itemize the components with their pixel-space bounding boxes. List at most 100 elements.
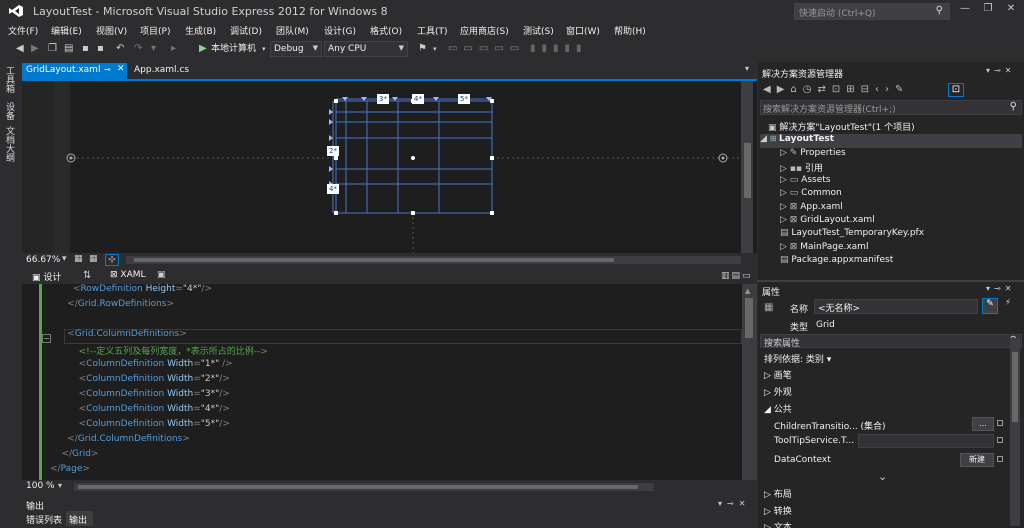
tree-item-common[interactable]: ▷ ▭ Common xyxy=(780,188,842,201)
popout-icon[interactable]: ▣ xyxy=(157,270,166,280)
expand-arrow-icon[interactable]: ▷ xyxy=(780,175,790,185)
minimize-button[interactable]: — xyxy=(955,3,975,19)
expand-arrow-icon[interactable]: ▷ xyxy=(780,215,790,225)
menu-item[interactable]: 设计(G) xyxy=(324,24,356,37)
tree-item-layouttest-temporarykey-pfx[interactable]: ▤ LayoutTest_TemporaryKey.pfx xyxy=(780,228,924,241)
tab-output[interactable]: 输出 xyxy=(66,511,93,526)
close-icon[interactable]: ✕ xyxy=(117,64,125,74)
solution-search-input[interactable]: 搜索解决方案资源管理器(Ctrl+;) ⚲ xyxy=(760,100,1022,115)
tab-error-list[interactable]: 错误列表 xyxy=(26,513,62,526)
panel-window-icons[interactable]: ▾⊸✕ xyxy=(718,499,750,508)
editor-vertical-scroll-thumb[interactable] xyxy=(745,298,753,338)
column-size-label[interactable]: 5* xyxy=(458,94,470,104)
category-brush[interactable]: ▷ 画笔 xyxy=(764,368,792,381)
category-text[interactable]: ▷ 文本 xyxy=(764,520,792,528)
pane-layout-icons[interactable]: ▥▤▭ xyxy=(721,271,753,281)
scroll-up-icon[interactable]: ▲ xyxy=(745,287,750,295)
properties-search-input[interactable]: 搜索属性⚲ xyxy=(760,334,1022,349)
property-marker-icon[interactable] xyxy=(997,456,1003,462)
close-button[interactable]: ✕ xyxy=(1001,3,1021,19)
configuration-select[interactable]: Debug ▼ xyxy=(270,41,322,57)
redo-icon[interactable]: ↷ xyxy=(134,42,142,56)
left-tool-tab[interactable]: 工具箱 xyxy=(3,66,16,93)
tree-item-app-xaml[interactable]: ▷ ⊠ App.xaml xyxy=(780,202,843,215)
design-vertical-scroll-thumb[interactable] xyxy=(744,143,751,198)
menu-item[interactable]: 工具(T) xyxy=(417,24,448,37)
designer-tool-dropdown-icon[interactable]: ▾ xyxy=(433,42,437,56)
menu-item[interactable]: 调试(D) xyxy=(230,24,262,37)
row-size-label[interactable]: 2* xyxy=(327,146,339,156)
sync-icon[interactable]: ⊡ xyxy=(948,83,964,97)
new-datacontext-button[interactable]: 新建 xyxy=(960,453,994,467)
expand-arrow-icon[interactable]: ▷ xyxy=(780,202,790,212)
menu-item[interactable]: 编辑(E) xyxy=(51,24,82,37)
menu-item[interactable]: 生成(B) xyxy=(185,24,216,37)
events-lightning-icon[interactable]: ⚡ xyxy=(1000,298,1016,314)
properties-wrench-icon[interactable]: ✎ xyxy=(982,298,998,314)
solution-toolbar-icons[interactable]: ◀▶⌂◷⇄⊡⊞⊟‹›✎ xyxy=(763,84,909,95)
swap-panes-icon[interactable]: ⇅ xyxy=(83,270,91,281)
design-horizontal-scroll-thumb[interactable] xyxy=(134,258,614,262)
collection-editor-button[interactable]: ... xyxy=(972,417,994,431)
menu-item[interactable]: 窗口(W) xyxy=(566,24,600,37)
tab-overflow-icon[interactable]: ▾ xyxy=(745,64,749,73)
tree-item-gridlayout-xaml[interactable]: ▷ ⊠ GridLayout.xaml xyxy=(780,215,875,228)
tab-gridlayout-xaml[interactable]: GridLayout.xaml ⊸ ✕ xyxy=(22,63,127,79)
solution-node[interactable]: ▣ 解决方案"LayoutTest"(1 个项目) xyxy=(768,120,915,133)
designer-tool-icon[interactable]: ⚑ xyxy=(418,42,427,56)
start-debug-icon[interactable]: ▶ xyxy=(199,42,207,56)
arrange-by-dropdown[interactable]: 排列依据: 类别 ▾ xyxy=(764,352,831,365)
category-transform[interactable]: ▷ 转换 xyxy=(764,504,792,517)
expand-arrow-icon[interactable]: ▷ xyxy=(780,164,790,174)
category-appearance[interactable]: ▷ 外观 xyxy=(764,385,792,398)
category-layout[interactable]: ▷ 布局 xyxy=(764,487,792,500)
code-lines[interactable]: <RowDefinition Height="4*"/> </Grid.RowD… xyxy=(26,284,741,480)
left-tool-tab[interactable]: 设备 xyxy=(3,102,16,120)
expand-arrow-icon[interactable]: ▷ xyxy=(780,188,790,198)
forward-icon[interactable]: ▶ xyxy=(31,42,39,56)
column-size-label[interactable]: 3* xyxy=(377,94,389,104)
editor-zoom-dropdown-icon[interactable]: ▾ xyxy=(58,481,62,490)
tree-item-package-appxmanifest[interactable]: ▤ Package.appxmanifest xyxy=(780,255,893,268)
quick-launch-input[interactable]: 快速启动 (Ctrl+Q) ⚲ xyxy=(794,3,950,20)
expand-arrow-icon[interactable]: ▷ xyxy=(780,148,790,158)
menu-item[interactable]: 帮助(H) xyxy=(614,24,646,37)
tooltip-value-field[interactable] xyxy=(858,434,994,448)
expand-more-icon[interactable]: ⌄ xyxy=(878,470,887,483)
tree-item--[interactable]: ▷ ▪▪ 引用 xyxy=(780,161,823,174)
editor-zoom-level[interactable]: 100 % xyxy=(26,481,55,491)
zoom-level[interactable]: 66.67% xyxy=(26,255,60,265)
snap-grid-icon[interactable]: ▦ xyxy=(89,254,98,264)
menu-item[interactable]: 文件(F) xyxy=(8,24,38,37)
name-field[interactable]: <无名称> xyxy=(814,299,978,314)
panel-window-icons[interactable]: ▾⊸✕ xyxy=(986,284,1015,293)
menu-item[interactable]: 视图(V) xyxy=(96,24,127,37)
layout-toolbar-icons[interactable]: ▭▭▭▭▭ xyxy=(448,42,525,56)
redo-dropdown-icon[interactable]: ▾ xyxy=(151,42,156,56)
menu-item[interactable]: 测试(S) xyxy=(523,24,554,37)
run-target-dropdown-icon[interactable]: ▾ xyxy=(262,42,266,56)
panel-window-icons[interactable]: ▾⊸✕ xyxy=(986,66,1015,75)
column-size-label[interactable]: 4* xyxy=(412,94,424,104)
navigate-icon[interactable]: ▸ xyxy=(171,42,176,56)
tree-item-assets[interactable]: ▷ ▭ Assets xyxy=(780,175,830,188)
category-common[interactable]: ◢ 公共 xyxy=(764,402,792,415)
save-all-icon[interactable]: ▪ xyxy=(97,42,104,56)
tree-item-mainpage-xaml[interactable]: ▷ ⊠ MainPage.xaml xyxy=(780,242,868,255)
menu-item[interactable]: 项目(P) xyxy=(140,24,170,37)
menu-item[interactable]: 格式(O) xyxy=(370,24,402,37)
left-tool-tab[interactable]: 文档大纲 xyxy=(3,126,16,162)
menu-item[interactable]: 应用商店(S) xyxy=(460,24,509,37)
menu-item[interactable]: 团队(M) xyxy=(276,24,309,37)
editor-horizontal-scroll-thumb[interactable] xyxy=(78,485,638,489)
pin-icon[interactable]: ⊸ xyxy=(104,65,111,74)
align-toolbar-icons[interactable]: ▮▮▮▮▮ xyxy=(530,42,588,56)
back-icon[interactable]: ◀ xyxy=(16,42,24,56)
row-size-label[interactable]: 4* xyxy=(327,184,339,194)
undo-icon[interactable]: ↶ xyxy=(116,42,124,56)
property-marker-icon[interactable] xyxy=(997,420,1003,426)
grid-toggle-icon[interactable]: ▦ xyxy=(74,254,83,264)
property-marker-icon[interactable] xyxy=(997,437,1003,443)
xaml-view-tab[interactable]: ⊠ XAML xyxy=(110,270,146,280)
new-project-icon[interactable]: ❐ xyxy=(48,42,57,56)
